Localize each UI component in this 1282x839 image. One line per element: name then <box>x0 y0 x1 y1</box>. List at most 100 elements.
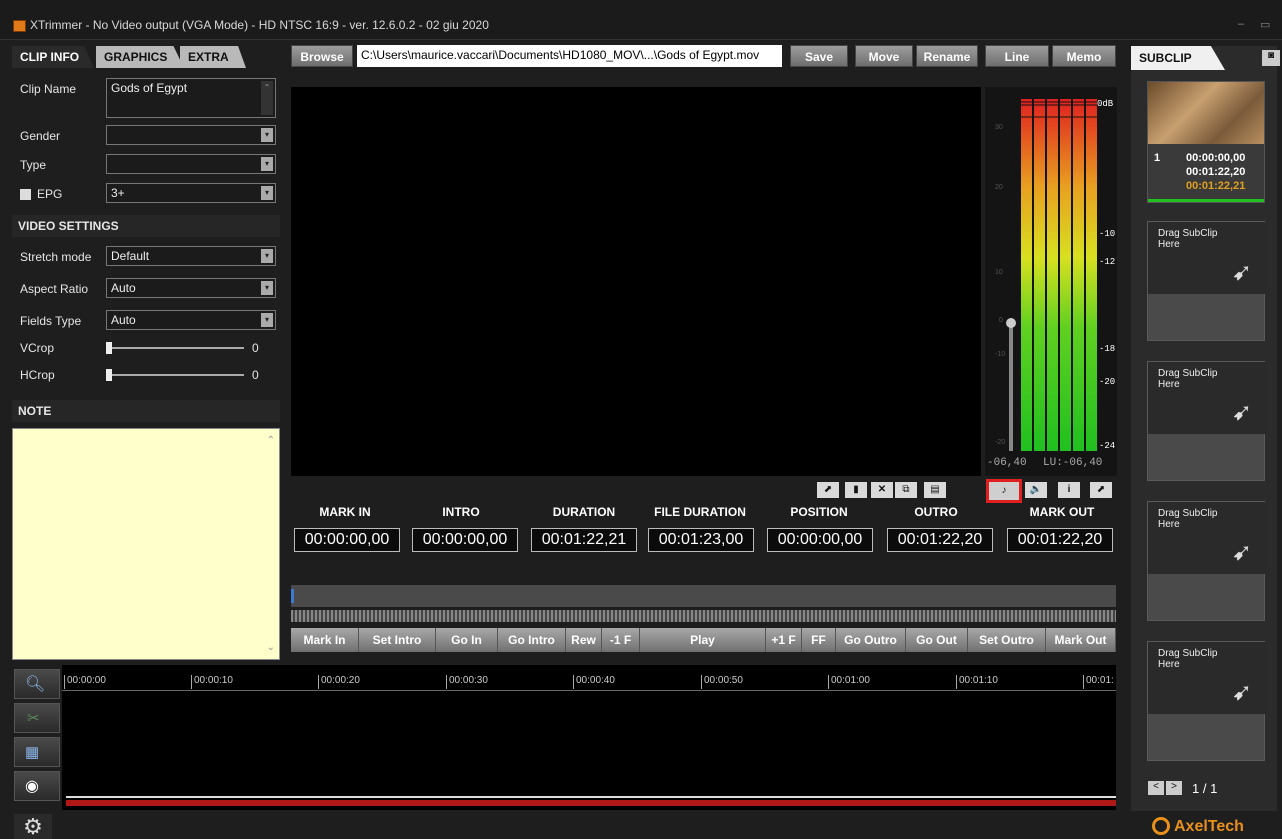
tab-graphics[interactable]: GRAPHICS <box>96 46 184 68</box>
trim-tool-button[interactable]: ✂ <box>14 703 60 733</box>
line-button[interactable]: Line <box>985 45 1049 67</box>
timeline-tick-label: 00:00:20 <box>321 675 360 686</box>
export-icon[interactable]: ⬈ <box>817 482 839 498</box>
preview-tool-button[interactable]: ◉ <box>14 771 60 801</box>
previous-page-icon[interactable]: < <box>1148 781 1164 795</box>
frame-forward-button[interactable]: +1 F <box>766 628 802 652</box>
timeline-tick <box>1083 675 1084 689</box>
maximize-button[interactable]: ▭ <box>1260 18 1270 31</box>
gender-select[interactable]: ▾ <box>106 125 276 145</box>
set-intro-button[interactable]: Set Intro <box>359 628 436 652</box>
aspect-ratio-select[interactable]: Auto ▾ <box>106 278 276 298</box>
browse-button[interactable]: Browse <box>291 45 353 67</box>
stretch-mode-select[interactable]: Default ▾ <box>106 246 276 266</box>
document-icon[interactable]: ▮ <box>845 482 867 498</box>
external-icon[interactable]: ⬈ <box>1090 482 1112 498</box>
go-in-button[interactable]: Go In <box>436 628 498 652</box>
info-icon[interactable]: i <box>1058 482 1080 498</box>
file-path-field[interactable]: C:\Users\maurice.vaccari\Documents\HD108… <box>357 45 782 67</box>
vu-scale-label: -20 <box>995 439 1006 446</box>
timeline-range-bar[interactable] <box>66 800 1116 806</box>
drag-subclip-text: Drag SubClip Here <box>1158 368 1218 390</box>
subclip-drop-slot[interactable]: Drag SubClip Here ➹ <box>1147 361 1266 481</box>
position-timecode[interactable]: 00:00:00,00 <box>767 528 873 552</box>
frame-back-button[interactable]: -1 F <box>602 628 640 652</box>
brand-name: AxelTech <box>1174 818 1244 835</box>
save-button[interactable]: Save <box>790 45 848 67</box>
vcrop-slider[interactable] <box>106 342 246 354</box>
clip-name-field[interactable]: Gods of Egypt ⌃ <box>106 78 276 118</box>
subclip-thumbnail <box>1148 82 1264 144</box>
subclip-index: 1 <box>1154 152 1161 164</box>
audio-edit-icon[interactable]: ♪ <box>986 479 1022 503</box>
subclip-drop-slot[interactable]: Drag SubClip Here ➹ <box>1147 501 1266 621</box>
chevron-down-icon: ▾ <box>261 157 273 171</box>
memo-button[interactable]: Memo <box>1052 45 1116 67</box>
jog-bar[interactable] <box>291 610 1116 622</box>
epg-checkbox[interactable] <box>20 189 31 200</box>
move-button[interactable]: Move <box>855 45 913 67</box>
mark-out-button[interactable]: Mark Out <box>1046 628 1116 652</box>
epg-value: 3+ <box>111 186 125 200</box>
drag-arrow-icon: ➹ <box>1231 539 1252 566</box>
go-intro-button[interactable]: Go Intro <box>498 628 566 652</box>
fields-type-select[interactable]: Auto ▾ <box>106 310 276 330</box>
minimize-button[interactable]: – <box>1238 18 1244 30</box>
video-settings-header: VIDEO SETTINGS <box>12 215 280 237</box>
camera-icon[interactable]: ◙ <box>1262 50 1280 66</box>
aspect-ratio-value: Auto <box>111 281 136 295</box>
intro-timecode[interactable]: 00:00:00,00 <box>412 528 518 552</box>
go-out-button[interactable]: Go Out <box>906 628 968 652</box>
subclip-item[interactable]: 1 00:00:00,00 00:01:22,20 00:01:22,21 <box>1147 81 1265 203</box>
scroll-down-icon[interactable]: ⌄ <box>267 642 275 653</box>
video-preview[interactable] <box>291 87 981 476</box>
play-button[interactable]: Play <box>640 628 766 652</box>
zoom-tool-button[interactable]: 🔍︎ <box>14 669 60 699</box>
volume-icon[interactable]: 🔈 <box>1025 482 1047 498</box>
stretch-mode-label: Stretch mode <box>20 250 92 264</box>
mark-in-timecode[interactable]: 00:00:00,00 <box>294 528 400 552</box>
fast-forward-button[interactable]: FF <box>802 628 836 652</box>
next-page-icon[interactable]: > <box>1166 781 1182 795</box>
scroll-icon[interactable]: ⌃ <box>261 81 273 115</box>
hcrop-slider[interactable] <box>106 369 246 381</box>
note-textarea[interactable]: ⌃ ⌄ <box>12 428 280 660</box>
slider-thumb[interactable] <box>106 342 112 354</box>
go-outro-button[interactable]: Go Outro <box>836 628 906 652</box>
tab-clip-info[interactable]: CLIP INFO <box>12 46 94 68</box>
rename-button[interactable]: Rename <box>916 45 978 67</box>
vu-lu-readout: LU:-06,40 <box>1043 457 1103 469</box>
vu-scale-label: 10 <box>995 269 1003 276</box>
epg-label: EPG <box>37 187 63 201</box>
scrub-position-marker[interactable] <box>291 589 294 603</box>
epg-select[interactable]: 3+ ▾ <box>106 183 276 203</box>
chevron-down-icon: ▾ <box>261 281 273 295</box>
tab-subclip[interactable]: SUBCLIP <box>1131 46 1225 70</box>
mark-in-button[interactable]: Mark In <box>291 628 359 652</box>
mark-out-timecode[interactable]: 00:01:22,20 <box>1007 528 1113 552</box>
set-outro-button[interactable]: Set Outro <box>968 628 1046 652</box>
film-tool-button[interactable]: ▦ <box>14 737 60 767</box>
timeline-tick-label: 00:00:50 <box>704 675 743 686</box>
file-duration-label: FILE DURATION <box>654 505 746 519</box>
timeline[interactable] <box>62 665 1116 810</box>
stretch-mode-value: Default <box>111 249 150 263</box>
subclip-drop-slot[interactable]: Drag SubClip Here ➹ <box>1147 221 1266 341</box>
settings-gear-icon[interactable]: ⚙ <box>14 814 52 839</box>
type-select[interactable]: ▾ <box>106 154 276 174</box>
tab-extra[interactable]: EXTRA <box>180 46 246 68</box>
vu-scale-label: 30 <box>995 124 1003 131</box>
eye-icon: ◉ <box>25 778 39 795</box>
timeline-tick-label: 00:00:30 <box>449 675 488 686</box>
paste-icon[interactable]: ▤ <box>924 482 946 498</box>
outro-timecode[interactable]: 00:01:22,20 <box>887 528 993 552</box>
copy-icon[interactable]: ⧉ <box>895 482 917 498</box>
delete-icon[interactable]: ✕ <box>871 482 893 498</box>
slider-thumb[interactable] <box>106 369 112 381</box>
scrub-bar[interactable] <box>291 585 1116 607</box>
subclip-drop-slot[interactable]: Drag SubClip Here ➹ <box>1147 641 1266 761</box>
chevron-down-icon: ▾ <box>261 186 273 200</box>
scroll-up-icon[interactable]: ⌃ <box>267 435 275 446</box>
rewind-button[interactable]: Rew <box>566 628 602 652</box>
fields-type-label: Fields Type <box>20 314 82 328</box>
